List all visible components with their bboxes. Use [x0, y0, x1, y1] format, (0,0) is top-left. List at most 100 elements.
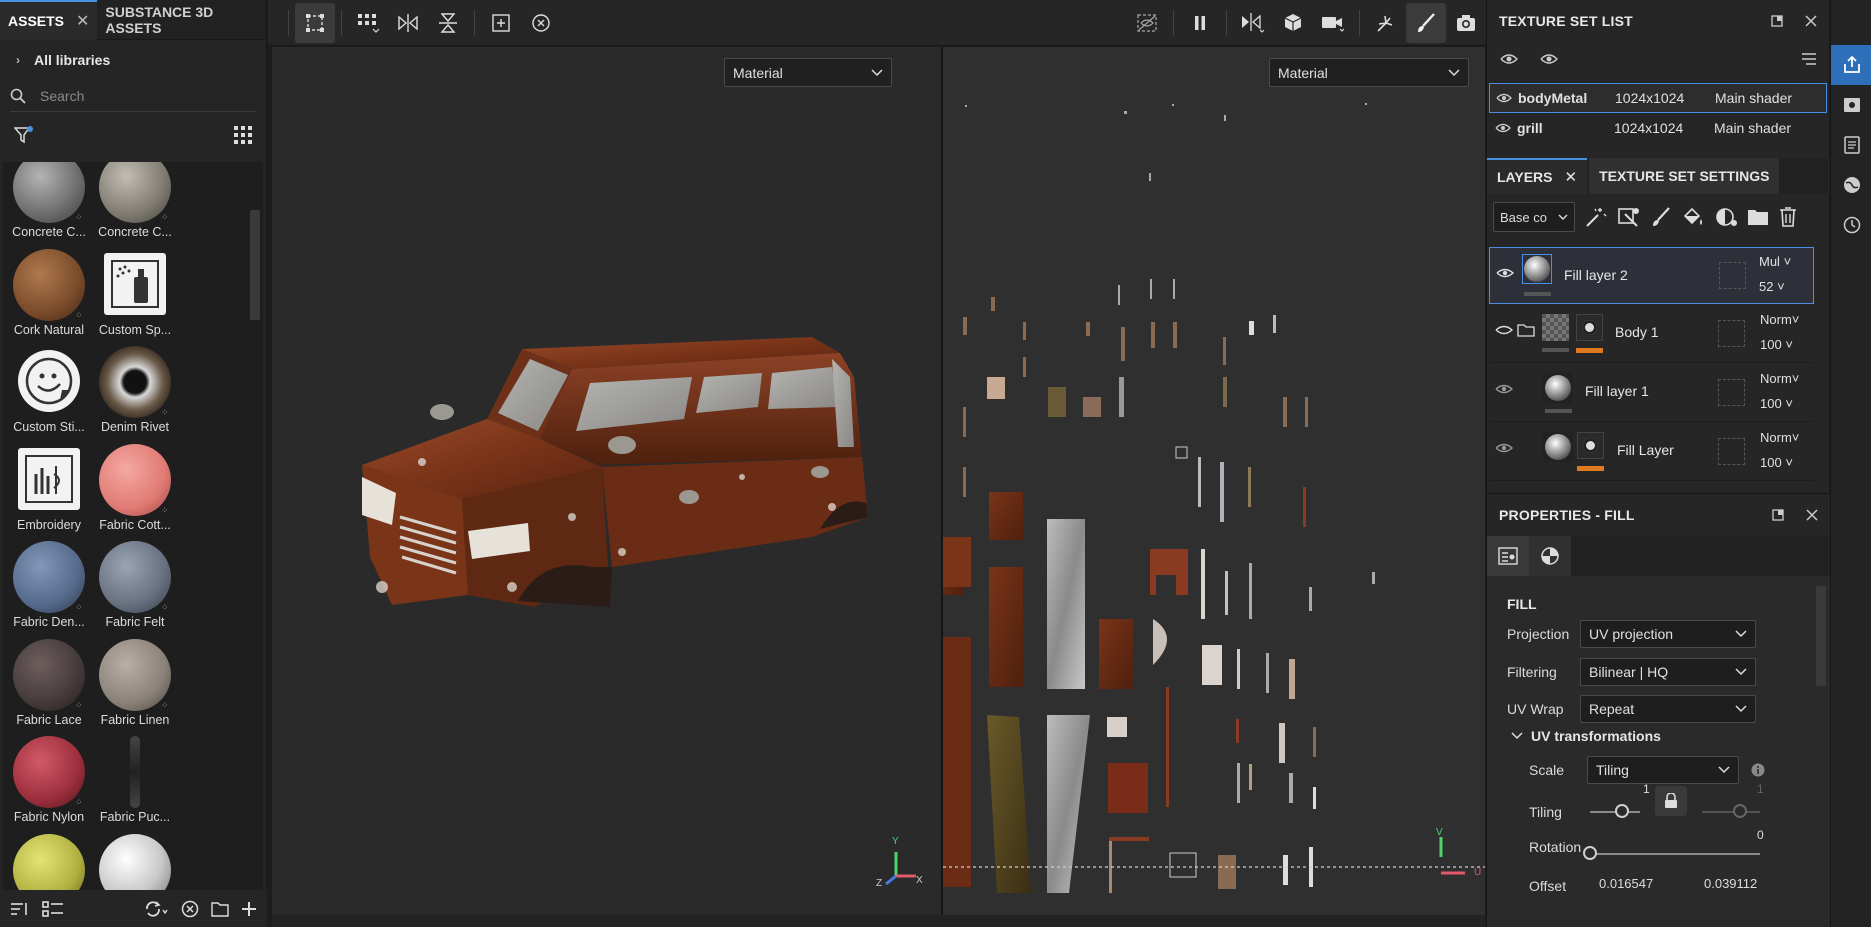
frame-button[interactable]	[481, 3, 521, 43]
asset-item[interactable]: ⁘ Fabric Felt	[92, 539, 178, 637]
filter-icon[interactable]	[14, 125, 34, 144]
tiling-slider-2-knob[interactable]	[1733, 804, 1747, 818]
layer-row[interactable]: Fill layer 2 Mul ˅ 52 ˅	[1489, 247, 1814, 304]
opacity-value[interactable]: 52 ˅	[1759, 279, 1803, 294]
lock-ratio-button[interactable]	[1655, 786, 1687, 816]
asset-item[interactable]: Custom Sp...	[92, 247, 178, 345]
screenshot-button[interactable]	[1446, 3, 1486, 43]
asset-item[interactable]	[6, 832, 92, 890]
rotation-slider[interactable]	[1590, 853, 1760, 855]
info-icon[interactable]	[1751, 763, 1765, 777]
close-icon[interactable]: ✕	[76, 11, 89, 31]
search-bar[interactable]: Search	[10, 80, 256, 112]
tab-substance-3d-assets[interactable]: SUBSTANCE 3D ASSETS	[97, 0, 266, 40]
blend-mode[interactable]: Norm˅	[1760, 430, 1804, 445]
hide-ui-button[interactable]	[1127, 3, 1167, 43]
tab-material-properties[interactable]	[1529, 536, 1571, 576]
scale-dropdown[interactable]: Tiling	[1587, 756, 1739, 784]
grid-view-icon[interactable]	[234, 125, 252, 144]
library-selector[interactable]: › All libraries	[0, 40, 266, 80]
offset-field-1[interactable]: 0.016547	[1599, 876, 1657, 896]
tiling-mode-button[interactable]	[348, 3, 388, 43]
paint-layer-icon[interactable]	[1650, 206, 1672, 228]
properties-scrollbar[interactable]	[1816, 586, 1826, 686]
tiling-slider-1-knob[interactable]	[1615, 804, 1629, 818]
symmetry-x-button[interactable]	[388, 3, 428, 43]
smart-mask-icon[interactable]	[1617, 206, 1641, 228]
tab-layers[interactable]: LAYERS ✕	[1487, 158, 1588, 194]
projection-dropdown[interactable]: UV projection	[1580, 620, 1756, 648]
asset-item[interactable]: ⁘ Fabric Nylon	[6, 734, 92, 832]
maximize-icon[interactable]	[1772, 509, 1784, 521]
opacity-value[interactable]: 100 ˅	[1760, 396, 1804, 411]
offset-field-2[interactable]: 0.039112	[1704, 876, 1762, 896]
selection-mode-button[interactable]	[295, 2, 335, 43]
uv-transformations-toggle[interactable]: UV transformations	[1511, 728, 1661, 744]
camera-mode-button[interactable]	[1313, 3, 1353, 43]
export-button[interactable]	[1831, 45, 1871, 85]
eye-icon[interactable]	[1495, 383, 1513, 395]
asset-item[interactable]: ⁘ Fabric Den...	[6, 539, 92, 637]
eye-icon[interactable]	[1496, 267, 1514, 279]
tab-texture-set-settings[interactable]: TEXTURE SET SETTINGS	[1589, 158, 1780, 194]
tab-assets[interactable]: ASSETS ✕	[0, 0, 98, 40]
split-view-button[interactable]	[1233, 3, 1273, 43]
layer-row[interactable]: Body 1 Norm˅ 100 ˅	[1489, 306, 1814, 363]
display-settings-button[interactable]	[1831, 85, 1871, 125]
refresh-icon[interactable]	[143, 900, 169, 918]
layer-row[interactable]: Fill layer 1 Norm˅ 100 ˅	[1489, 365, 1814, 422]
history-button[interactable]	[1831, 205, 1871, 245]
iray-button[interactable]	[1366, 3, 1406, 43]
asset-item[interactable]: Custom Sti...	[6, 344, 92, 442]
texture-set-row[interactable]: grill 1024x1024 Main shader	[1489, 113, 1827, 143]
fill-layer-icon[interactable]	[1681, 206, 1705, 228]
display-mode-button[interactable]	[1273, 3, 1313, 43]
asset-item[interactable]: ⁘ Fabric Lace	[6, 637, 92, 735]
uvwrap-dropdown[interactable]: Repeat	[1580, 695, 1756, 723]
opacity-value[interactable]: 100 ˅	[1760, 337, 1804, 352]
blend-mode[interactable]: Mul ˅	[1759, 254, 1803, 269]
asset-item[interactable]: ⁘ Denim Rivet	[92, 344, 178, 442]
add-icon[interactable]	[241, 901, 257, 917]
eye-settings-icon[interactable]	[1499, 51, 1519, 67]
clear-icon[interactable]	[181, 900, 199, 918]
eye-icon[interactable]	[1495, 324, 1513, 336]
viewport-3d[interactable]: Material Y X Z	[272, 47, 941, 915]
channel-dropdown[interactable]: Base co	[1493, 202, 1575, 232]
symmetry-y-button[interactable]	[428, 3, 468, 43]
folder-icon[interactable]	[1747, 207, 1769, 227]
maximize-icon[interactable]	[1771, 15, 1783, 27]
asset-item[interactable]: ⁘ Cork Natural	[6, 247, 92, 345]
texture-set-row[interactable]: bodyMetal 1024x1024 Main shader	[1489, 83, 1827, 113]
tab-fill-properties[interactable]	[1487, 536, 1529, 576]
asset-item[interactable]: ⁘ Fabric Cott...	[92, 442, 178, 540]
asset-item[interactable]: ⁘ Concrete C...	[92, 162, 178, 247]
asset-item[interactable]: ⁘ Fabric Linen	[92, 637, 178, 735]
asset-item[interactable]: Embroidery	[6, 442, 92, 540]
trash-icon[interactable]	[1778, 206, 1798, 228]
blend-mode[interactable]: Norm˅	[1760, 371, 1804, 386]
blend-mode[interactable]: Norm˅	[1760, 312, 1804, 327]
layer-row[interactable]: Fill Layer Norm˅ 100 ˅	[1489, 424, 1814, 481]
menu-icon[interactable]	[1801, 52, 1817, 66]
list-view-icon[interactable]	[42, 900, 64, 917]
eye-icon[interactable]	[1495, 442, 1513, 454]
folder-icon[interactable]	[211, 901, 229, 917]
eye-icon[interactable]	[1539, 51, 1559, 67]
paint-mode-button[interactable]	[1406, 2, 1446, 43]
close-icon[interactable]: ✕	[1565, 168, 1578, 186]
reset-button[interactable]	[521, 3, 561, 43]
viewport-2d[interactable]: Material V U	[943, 47, 1485, 915]
close-icon[interactable]	[1805, 15, 1817, 27]
asset-item[interactable]: ⁘ Concrete C...	[6, 162, 92, 247]
sort-icon[interactable]	[10, 901, 30, 917]
close-icon[interactable]	[1806, 509, 1818, 521]
asset-item[interactable]	[92, 832, 178, 890]
filtering-dropdown[interactable]: Bilinear | HQ	[1580, 658, 1756, 686]
eye-icon[interactable]	[1495, 122, 1511, 134]
tiling-slider-2[interactable]	[1702, 811, 1760, 813]
magic-wand-icon[interactable]	[1584, 206, 1608, 228]
pause-button[interactable]	[1180, 3, 1220, 43]
assets-scrollbar[interactable]	[250, 210, 260, 320]
asset-item[interactable]: Fabric Puc...	[92, 734, 178, 832]
